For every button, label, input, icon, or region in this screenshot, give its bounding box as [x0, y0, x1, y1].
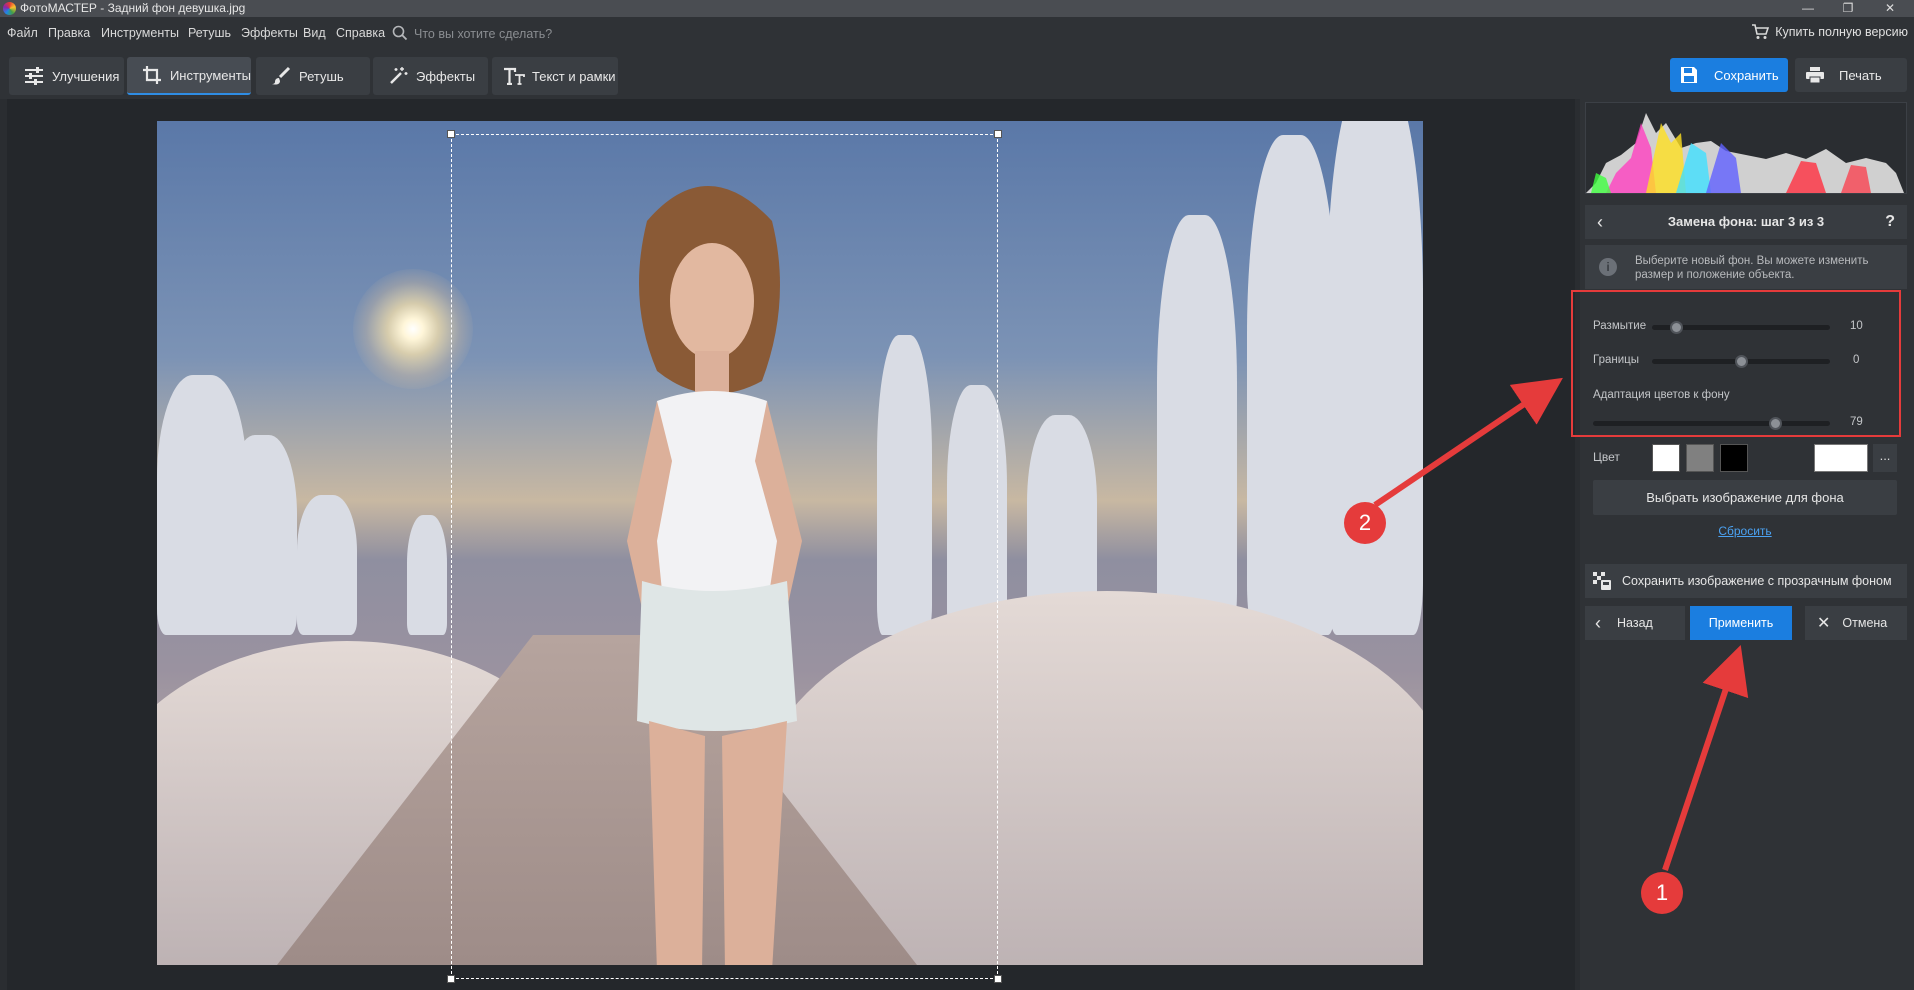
main-toolbar: Улучшения Инструменты Ретушь Эффекты Тек…	[0, 49, 1914, 99]
tab-tools-label: Инструменты	[169, 67, 251, 83]
save-label: Сохранить	[1714, 67, 1779, 83]
tab-tools[interactable]: Инструменты	[127, 57, 251, 95]
swatch-black[interactable]	[1720, 444, 1748, 472]
menu-view[interactable]: Вид	[303, 26, 326, 40]
window-title: ФотоМАСТЕР - Задний фон девушка.jpg	[20, 1, 246, 15]
tab-text-frames-label: Текст и рамки	[532, 68, 616, 84]
help-icon[interactable]: ?	[1885, 205, 1895, 239]
chevron-left-icon: ‹	[1595, 612, 1601, 633]
step-header: ‹ Замена фона: шаг 3 из 3 ?	[1585, 205, 1907, 239]
menu-effects[interactable]: Эффекты	[241, 26, 298, 40]
crop-icon	[140, 65, 164, 85]
histogram	[1585, 102, 1907, 194]
menu-edit[interactable]: Правка	[48, 26, 90, 40]
tab-improvements[interactable]: Улучшения	[9, 57, 124, 95]
checker-save-icon	[1592, 571, 1612, 591]
menu-file[interactable]: Файл	[7, 26, 38, 40]
annotation-marker-2: 2	[1344, 502, 1386, 544]
snowy-tree	[1327, 121, 1423, 635]
printer-icon	[1805, 66, 1827, 84]
photomaster-window: ФотоМАСТЕР - Задний фон девушка.jpg — ❐ …	[0, 0, 1914, 990]
snowy-tree	[1247, 135, 1337, 635]
info-text: Выберите новый фон. Вы можете изменить р…	[1635, 255, 1869, 281]
tab-effects-label: Эффекты	[416, 68, 476, 84]
choose-background-button[interactable]: Выбрать изображение для фона	[1593, 480, 1897, 515]
app-logo-icon	[3, 2, 16, 15]
tab-text-frames[interactable]: Текст и рамки	[492, 57, 618, 95]
more-colors-button[interactable]: ...	[1873, 444, 1897, 472]
back-label: Назад	[1617, 616, 1653, 630]
resize-handle-top-right[interactable]	[994, 130, 1002, 138]
reset-link[interactable]: Сбросить	[1593, 524, 1897, 538]
snowy-tree	[227, 435, 297, 635]
snowy-tree	[1157, 215, 1237, 635]
tab-retouch-label: Ретушь	[299, 68, 344, 84]
menu-help[interactable]: Справка	[336, 26, 385, 40]
cancel-label: Отмена	[1842, 616, 1888, 630]
color-label: Цвет	[1593, 450, 1620, 464]
title-bar: ФотоМАСТЕР - Задний фон девушка.jpg — ❐ …	[0, 0, 1914, 17]
text-icon	[502, 67, 526, 85]
cancel-button[interactable]: ✕ Отмена	[1805, 606, 1907, 640]
histogram-graph	[1586, 113, 1904, 193]
cart-icon	[1751, 24, 1770, 43]
swatch-white[interactable]	[1652, 444, 1680, 472]
sliders-icon	[22, 67, 46, 85]
info-icon: i	[1599, 258, 1617, 276]
custom-color-swatch[interactable]	[1814, 444, 1868, 472]
floppy-disk-icon	[1680, 66, 1702, 84]
step-title: Замена фона: шаг 3 из 3	[1667, 214, 1825, 229]
resize-handle-bottom-left[interactable]	[447, 975, 455, 983]
search-box[interactable]	[392, 25, 632, 43]
resize-handle-top-left[interactable]	[447, 130, 455, 138]
menu-retouch[interactable]: Ретушь	[188, 26, 231, 40]
print-label: Печать	[1839, 67, 1882, 83]
annotation-highlight-box	[1571, 290, 1901, 437]
tab-improvements-label: Улучшения	[52, 68, 120, 84]
maximize-button[interactable]: ❐	[1828, 0, 1868, 17]
object-selection-frame[interactable]	[451, 134, 998, 979]
buy-full-version-label: Купить полную версию	[1775, 25, 1908, 39]
annotation-marker-1: 1	[1641, 872, 1683, 914]
tab-retouch[interactable]: Ретушь	[256, 57, 370, 95]
buy-full-version-link[interactable]: Купить полную версию	[1752, 24, 1908, 39]
resize-handle-bottom-right[interactable]	[994, 975, 1002, 983]
info-box: i Выберите новый фон. Вы можете изменить…	[1585, 245, 1907, 289]
snowy-tree	[407, 515, 447, 635]
print-button[interactable]: Печать	[1795, 58, 1907, 92]
search-input[interactable]	[414, 25, 624, 42]
search-icon	[392, 25, 408, 44]
save-button[interactable]: Сохранить	[1670, 58, 1788, 92]
brush-icon	[269, 66, 293, 86]
save-transparent-button[interactable]: Сохранить изображение с прозрачным фоном	[1585, 564, 1907, 598]
swatch-gray[interactable]	[1686, 444, 1714, 472]
magic-wand-icon	[386, 66, 410, 86]
close-icon: ✕	[1817, 615, 1831, 632]
menu-bar: Файл Правка Инструменты Ретушь Эффекты В…	[0, 17, 1914, 49]
tab-effects[interactable]: Эффекты	[373, 57, 488, 95]
minimize-button[interactable]: —	[1788, 0, 1828, 17]
chevron-left-icon[interactable]: ‹	[1597, 205, 1603, 239]
apply-button[interactable]: Применить	[1690, 606, 1792, 640]
snowy-tree	[297, 495, 357, 635]
close-window-button[interactable]: ✕	[1870, 0, 1910, 17]
menu-tools[interactable]: Инструменты	[101, 26, 179, 40]
save-transparent-label: Сохранить изображение с прозрачным фоном	[1622, 574, 1892, 588]
back-button[interactable]: ‹ Назад	[1585, 606, 1685, 640]
